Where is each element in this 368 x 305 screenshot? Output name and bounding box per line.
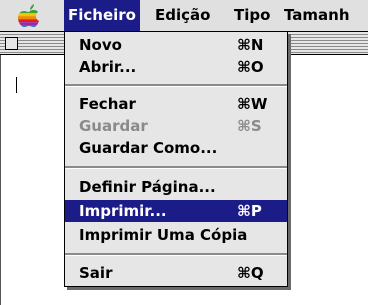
ficheiro-dropdown-menu: Novo ⌘N Abrir... ⌘O Fechar ⌘W Guardar ⌘S… (64, 31, 288, 287)
menu-edicao[interactable]: Edição (151, 0, 214, 31)
menu-item-shortcut: ⌘W (237, 95, 268, 113)
menu-ficheiro[interactable]: Ficheiro (64, 0, 140, 31)
menu-item-label: Guardar Como... (79, 139, 218, 157)
menu-item-shortcut: ⌘Q (237, 264, 264, 282)
menu-item-shortcut: ⌘P (237, 202, 262, 220)
close-box-icon[interactable] (5, 37, 18, 50)
menu-item-label: Abrir... (79, 58, 137, 76)
menu-item-abrir[interactable]: Abrir... ⌘O (65, 56, 287, 78)
menu-item-label: Sair (79, 264, 113, 282)
menu-separator (65, 166, 287, 169)
menu-separator (65, 84, 287, 87)
menu-bar: Ficheiro Edição Tipo Tamanh (0, 0, 368, 32)
menu-item-label: Definir Página... (79, 178, 216, 196)
menu-item-label: Guardar (79, 117, 148, 135)
menu-item-imprimir[interactable]: Imprimir... ⌘P (65, 200, 287, 222)
menu-item-label: Novo (79, 36, 122, 54)
apple-icon[interactable] (6, 2, 50, 30)
text-cursor (16, 77, 17, 93)
menu-item-label: Fechar (79, 95, 136, 113)
menu-item-shortcut: ⌘O (237, 58, 264, 76)
window-left-edge (0, 55, 1, 305)
menu-item-label: Imprimir... (79, 202, 167, 220)
menu-item-novo[interactable]: Novo ⌘N (65, 34, 287, 56)
menu-item-imprimir-uma-copia[interactable]: Imprimir Uma Cópia (65, 224, 287, 246)
menu-separator (65, 253, 287, 256)
menu-item-fechar[interactable]: Fechar ⌘W (65, 93, 287, 115)
menu-item-label: Imprimir Uma Cópia (79, 226, 248, 244)
menu-tipo[interactable]: Tipo (230, 0, 274, 31)
menu-item-guardar-como[interactable]: Guardar Como... (65, 137, 287, 159)
menu-item-definir-pagina[interactable]: Definir Página... (65, 176, 287, 198)
menu-item-shortcut: ⌘N (237, 36, 264, 54)
menu-item-sair[interactable]: Sair ⌘Q (65, 262, 287, 284)
menu-tamanho[interactable]: Tamanh (280, 0, 354, 31)
menu-item-shortcut: ⌘S (237, 117, 262, 135)
menu-item-guardar: Guardar ⌘S (65, 115, 287, 137)
